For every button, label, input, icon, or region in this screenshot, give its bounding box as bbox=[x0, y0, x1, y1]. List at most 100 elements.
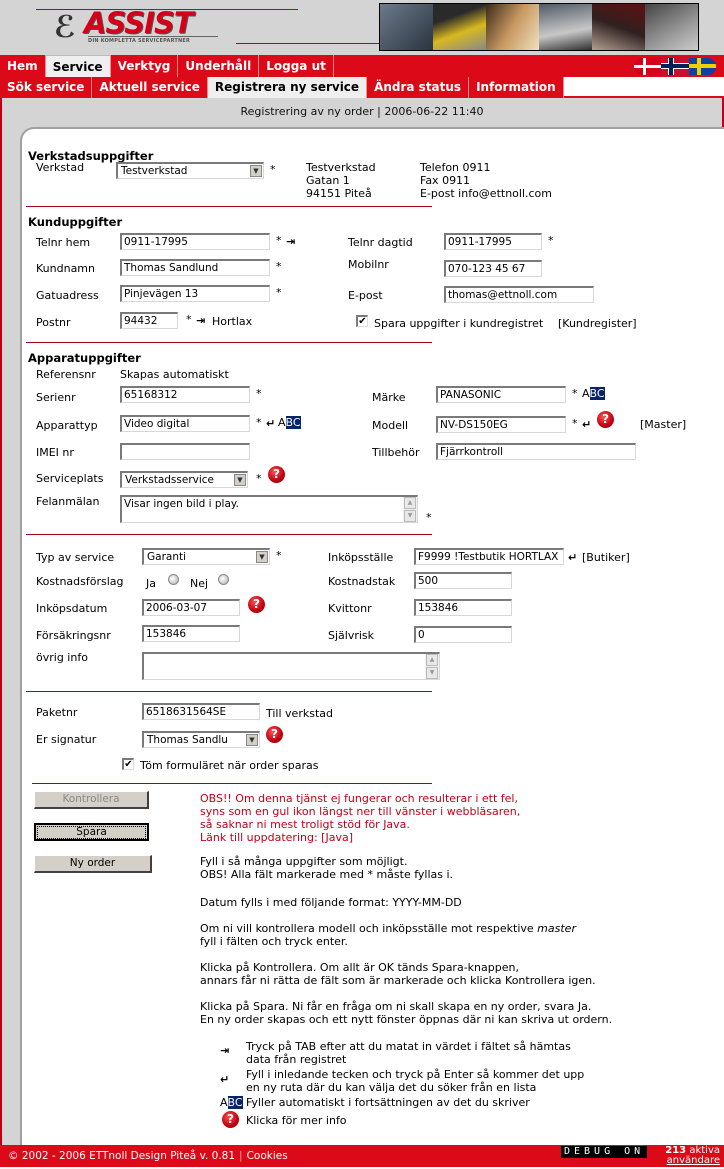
clear-form-checkbox[interactable]: ✔ bbox=[122, 758, 134, 770]
telnr-hem-input[interactable]: 0911-17995 bbox=[120, 233, 270, 250]
active-users[interactable]: 213 aktiva användare bbox=[665, 1146, 720, 1166]
subnav-tab-registrera-ny-service[interactable]: Registrera ny service bbox=[207, 77, 368, 98]
postort-text: Hortlax bbox=[212, 315, 253, 328]
info-fill-instructions: Fyll i så många uppgifter som möjligt. O… bbox=[200, 855, 680, 881]
chevron-down-icon[interactable]: ▼ bbox=[256, 551, 268, 563]
serienr-input[interactable]: 65168312 bbox=[120, 386, 250, 403]
kostnadsforslag-nej-radio[interactable] bbox=[218, 574, 229, 585]
inkopsdatum-label: Inköpsdatum bbox=[36, 602, 108, 615]
paketnr-label: Paketnr bbox=[36, 706, 78, 719]
butiker-link[interactable]: [Butiker] bbox=[582, 551, 630, 564]
swedish-flag-icon[interactable] bbox=[688, 58, 716, 75]
active-users-link[interactable]: användare bbox=[665, 1156, 720, 1166]
help-icon[interactable]: ? bbox=[268, 466, 285, 483]
info-line: annars får ni rätta de fält som är marke… bbox=[200, 974, 596, 987]
scroll-down-icon[interactable]: ▼ bbox=[404, 510, 416, 522]
nav-tab-service[interactable]: Service bbox=[45, 55, 111, 77]
required-star: * bbox=[572, 387, 578, 400]
referensnr-label: Referensnr bbox=[36, 368, 96, 381]
autocomplete-icon-bc: BC bbox=[227, 1096, 243, 1109]
photo-writing bbox=[486, 4, 539, 50]
required-star: * bbox=[256, 472, 262, 485]
imei-input[interactable] bbox=[120, 443, 250, 460]
subnav-tab-information[interactable]: Information bbox=[469, 77, 564, 98]
inkopsdatum-input[interactable]: 2006-03-07 bbox=[142, 599, 240, 616]
danish-flag-icon[interactable] bbox=[634, 58, 662, 75]
kostnadstak-input[interactable]: 500 bbox=[414, 572, 512, 589]
subnav-tab-andra-status[interactable]: Ändra status bbox=[367, 77, 470, 98]
autocomplete-icon-a: A bbox=[220, 1096, 228, 1109]
java-update-link[interactable]: Länk till uppdatering: [Java] bbox=[200, 831, 680, 844]
inkopsstalle-input[interactable]: F9999 !Testbutik HORTLAX bbox=[414, 548, 564, 565]
tillbehor-input[interactable]: Fjärrkontroll bbox=[436, 443, 636, 460]
save-customer-checkbox[interactable]: ✔ bbox=[356, 315, 368, 327]
telnr-dagtid-input[interactable]: 0911-17995 bbox=[444, 233, 542, 250]
legend-line: Tryck på TAB efter att du matat in värde… bbox=[246, 1040, 571, 1053]
chevron-down-icon[interactable]: ▼ bbox=[250, 165, 262, 177]
signatur-select-value: Thomas Sandlu bbox=[147, 734, 228, 746]
java-warning: OBS!! Om denna tjänst ej fungerar och re… bbox=[200, 792, 680, 844]
photo-device bbox=[645, 4, 698, 50]
spara-button[interactable]: Spara bbox=[34, 823, 149, 841]
help-icon[interactable]: ? bbox=[597, 411, 614, 428]
marke-input[interactable]: PANASONIC bbox=[436, 386, 566, 403]
kundnamn-label: Kundnamn bbox=[36, 262, 95, 275]
help-icon[interactable]: ? bbox=[248, 596, 265, 613]
mobilnr-input[interactable]: 070-123 45 67 bbox=[444, 260, 542, 277]
workshop-address-city: 94151 Piteå bbox=[306, 187, 372, 200]
kundregister-link[interactable]: [Kundregister] bbox=[558, 317, 637, 330]
photo-office bbox=[380, 4, 433, 50]
paketnr-input[interactable]: 6518631564SE bbox=[142, 703, 260, 720]
postnr-input[interactable]: 94432 bbox=[120, 312, 178, 329]
apparattyp-input[interactable]: Video digital bbox=[120, 415, 250, 432]
footer-copyright: © 2002 - 2006 ETTnoll Design Piteå v. 0.… bbox=[8, 1150, 288, 1162]
required-star: * bbox=[426, 511, 432, 524]
debug-indicator: DEBUG ON bbox=[561, 1146, 648, 1158]
felanmalan-textarea[interactable]: Visar ingen bild i play. ▲ ▼ bbox=[120, 495, 418, 523]
nav-tab-hem[interactable]: Hem bbox=[0, 55, 46, 77]
required-star: * bbox=[276, 549, 282, 562]
photo-phone bbox=[433, 4, 486, 50]
sjalvrisk-input[interactable]: 0 bbox=[414, 626, 512, 643]
frame-border-left bbox=[0, 0, 2, 1169]
ny-order-button[interactable]: Ny order bbox=[34, 855, 152, 873]
subnav-tab-sok-service[interactable]: Sök service bbox=[0, 77, 93, 98]
info-line: Fyll i så många uppgifter som möjligt. bbox=[200, 855, 408, 868]
kostnadsforslag-ja-radio[interactable] bbox=[168, 574, 179, 585]
nav-tab-logga-ut[interactable]: Logga ut bbox=[259, 55, 334, 77]
chevron-down-icon[interactable]: ▼ bbox=[246, 734, 258, 746]
gatuadress-input[interactable]: Pinjevägen 13 bbox=[120, 285, 270, 302]
help-icon[interactable]: ? bbox=[266, 726, 283, 743]
ovrig-info-textarea[interactable]: ▲ ▼ bbox=[142, 652, 440, 680]
forsakringsnr-input[interactable]: 153846 bbox=[142, 625, 240, 642]
info-line: Klicka på Kontrollera. Om allt är OK tän… bbox=[200, 961, 519, 974]
scrollbar[interactable]: ▲ ▼ bbox=[425, 654, 439, 679]
kundnamn-input[interactable]: Thomas Sandlund bbox=[120, 259, 270, 276]
cookies-link[interactable]: Cookies bbox=[247, 1150, 288, 1162]
kvittonr-input[interactable]: 153846 bbox=[414, 599, 512, 616]
nej-label: Nej bbox=[190, 577, 209, 590]
logo[interactable]: ℰ ASSIST DIN KOMPLETTA SERVICEPARTNER bbox=[52, 6, 222, 46]
scroll-up-icon[interactable]: ▲ bbox=[404, 497, 416, 509]
norwegian-flag-icon[interactable] bbox=[661, 58, 689, 75]
java-warning-line: så saknar ni mest troligt stöd för Java. bbox=[200, 818, 410, 831]
chevron-down-icon[interactable]: ▼ bbox=[234, 474, 246, 486]
info-line: OBS! Alla fält markerade med * måste fyl… bbox=[200, 868, 454, 881]
subnav-tab-aktuell-service[interactable]: Aktuell service bbox=[92, 77, 208, 98]
legend-line: en ny ruta där du kan välja det du söker… bbox=[246, 1081, 537, 1094]
epost-input[interactable]: thomas@ettnoll.com bbox=[444, 286, 594, 303]
required-star: * bbox=[270, 163, 276, 176]
signatur-select[interactable]: Thomas Sandlu ▼ bbox=[142, 731, 260, 748]
modell-input[interactable]: NV-DS150EG bbox=[436, 416, 566, 433]
master-link[interactable]: [Master] bbox=[640, 418, 686, 431]
scrollbar[interactable]: ▲ ▼ bbox=[403, 497, 417, 522]
nav-tab-underhall[interactable]: Underhåll bbox=[178, 55, 260, 77]
typ-av-service-select[interactable]: Garanti ▼ bbox=[142, 548, 270, 565]
nav-tab-verktyg[interactable]: Verktyg bbox=[111, 55, 179, 77]
verkstad-select[interactable]: Testverkstad ▼ bbox=[116, 162, 264, 179]
scroll-up-icon[interactable]: ▲ bbox=[426, 654, 438, 666]
kontrollera-button[interactable]: Kontrollera bbox=[34, 791, 149, 809]
serviceplats-select[interactable]: Verkstadsservice ▼ bbox=[120, 471, 248, 488]
typ-av-service-label: Typ av service bbox=[36, 551, 115, 564]
scroll-down-icon[interactable]: ▼ bbox=[426, 667, 438, 679]
